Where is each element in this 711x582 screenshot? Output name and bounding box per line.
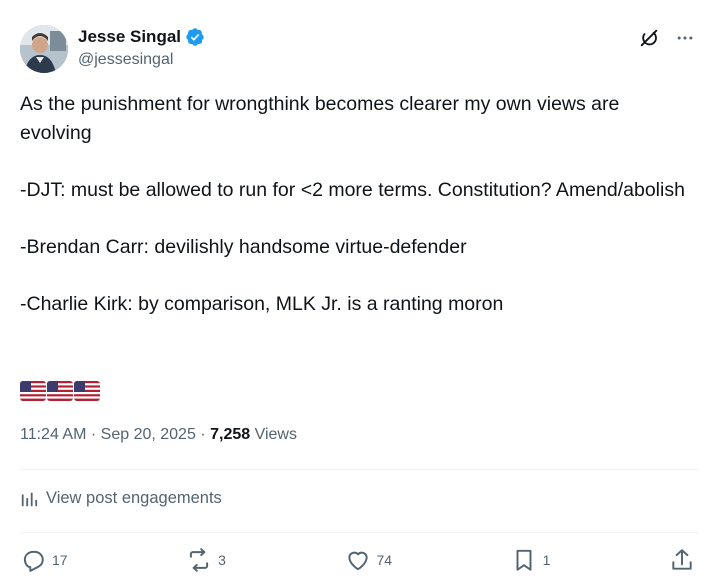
reply-button[interactable]: 17 — [20, 547, 68, 573]
us-flag-icon — [20, 381, 46, 401]
tweet-action-bar: 17 3 74 1 — [20, 547, 695, 573]
view-engagements-label: View post engagements — [46, 489, 222, 507]
analytics-icon — [21, 492, 38, 506]
share-button[interactable] — [669, 547, 695, 573]
avatar[interactable] — [20, 25, 68, 73]
tweet-date[interactable]: Sep 20, 2025 — [101, 426, 196, 443]
tweet-line: -Brendan Carr: devilishly handsome virtu… — [20, 236, 467, 258]
tweet-line: -DJT: must be allowed to run for <2 more… — [20, 179, 685, 201]
tweet-meta: 11:24 AM · Sep 20, 2025 · 7,258 Views — [20, 426, 297, 444]
views-count: 7,258 — [210, 426, 251, 443]
reply-count: 17 — [52, 552, 68, 568]
bookmark-icon — [516, 549, 532, 571]
share-icon — [672, 549, 692, 570]
meta-separator: · — [200, 426, 206, 443]
repost-button[interactable]: 3 — [186, 547, 226, 573]
tweet-line: -Charlie Kirk: by comparison, MLK Jr. is… — [20, 293, 504, 315]
like-button[interactable]: 74 — [345, 547, 393, 573]
bookmark-button[interactable]: 1 — [511, 547, 551, 573]
meta-separator: · — [90, 426, 97, 443]
more-options-icon[interactable] — [673, 26, 697, 50]
us-flag-icon — [47, 381, 73, 401]
verified-badge-icon[interactable] — [185, 27, 205, 47]
tweet-time[interactable]: 11:24 AM — [20, 426, 86, 443]
divider — [20, 532, 699, 533]
view-engagements-button[interactable]: View post engagements — [20, 489, 222, 508]
repost-icon — [190, 548, 209, 572]
views-label: Views — [254, 426, 297, 443]
bookmark-count: 1 — [542, 552, 551, 568]
tweet-line: As the punishment for wrongthink becomes… — [20, 93, 620, 144]
us-flag-icon — [74, 381, 100, 401]
author-handle[interactable]: @jessesingal — [78, 51, 173, 69]
tweet-body: As the punishment for wrongthink becomes… — [20, 90, 690, 319]
repost-count: 3 — [218, 552, 226, 568]
avatar-image — [20, 25, 68, 73]
grok-icon[interactable] — [637, 26, 661, 50]
flag-emoji-row — [20, 381, 100, 401]
author-name-row: Jesse Singal — [78, 27, 205, 47]
author-display-name[interactable]: Jesse Singal — [78, 27, 181, 47]
heart-icon — [347, 551, 368, 571]
divider — [20, 469, 699, 470]
tweet-top-actions — [637, 26, 697, 50]
reply-icon — [23, 550, 44, 572]
like-count: 74 — [376, 552, 393, 568]
